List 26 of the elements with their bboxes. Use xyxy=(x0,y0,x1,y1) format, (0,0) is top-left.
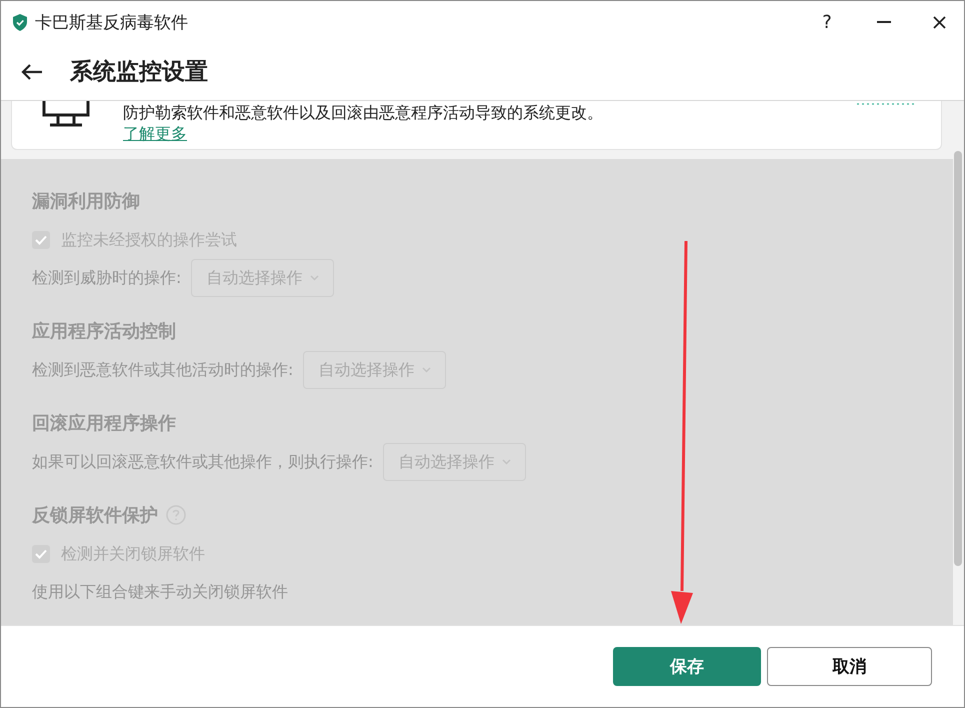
section-title: 回滚应用程序操作 xyxy=(32,412,176,435)
field-label: 检测到恶意软件或其他活动时的操作: xyxy=(32,360,294,380)
window-title: 卡巴斯基反病毒软件 xyxy=(35,12,189,34)
description-text: 防护勒索软件和恶意软件以及回滚由恶意程序活动导致的系统更改。 xyxy=(123,103,603,123)
field-label: 如果可以回滚恶意软件或其他操作，则执行操作: xyxy=(32,452,374,472)
cancel-button[interactable]: 取消 xyxy=(767,647,932,686)
minimize-icon[interactable] xyxy=(877,21,891,23)
dotted-line xyxy=(857,102,917,106)
scrollbar-thumb[interactable] xyxy=(954,151,962,566)
chevron-down-icon xyxy=(422,367,432,373)
checkmark-icon xyxy=(35,235,47,245)
chevron-down-icon xyxy=(502,459,512,465)
save-button[interactable]: 保存 xyxy=(613,647,761,686)
back-arrow-icon[interactable] xyxy=(21,64,43,80)
field-label: 检测到威胁时的操作: xyxy=(32,268,182,288)
section-title: 反锁屏软件保护 xyxy=(32,504,158,527)
help-button[interactable]: ? xyxy=(815,12,839,32)
section-title: 应用程序活动控制 xyxy=(32,320,176,343)
checkmark-icon xyxy=(35,549,47,559)
chevron-down-icon xyxy=(310,275,320,281)
learn-more-link[interactable]: 了解更多 xyxy=(123,123,187,145)
close-icon[interactable] xyxy=(933,16,946,28)
section-title: 漏洞利用防御 xyxy=(32,190,140,213)
shield-check-icon xyxy=(13,14,27,30)
page-title: 系统监控设置 xyxy=(70,58,208,87)
hint-text: 使用以下组合键来手动关闭锁屏软件 xyxy=(32,582,288,602)
